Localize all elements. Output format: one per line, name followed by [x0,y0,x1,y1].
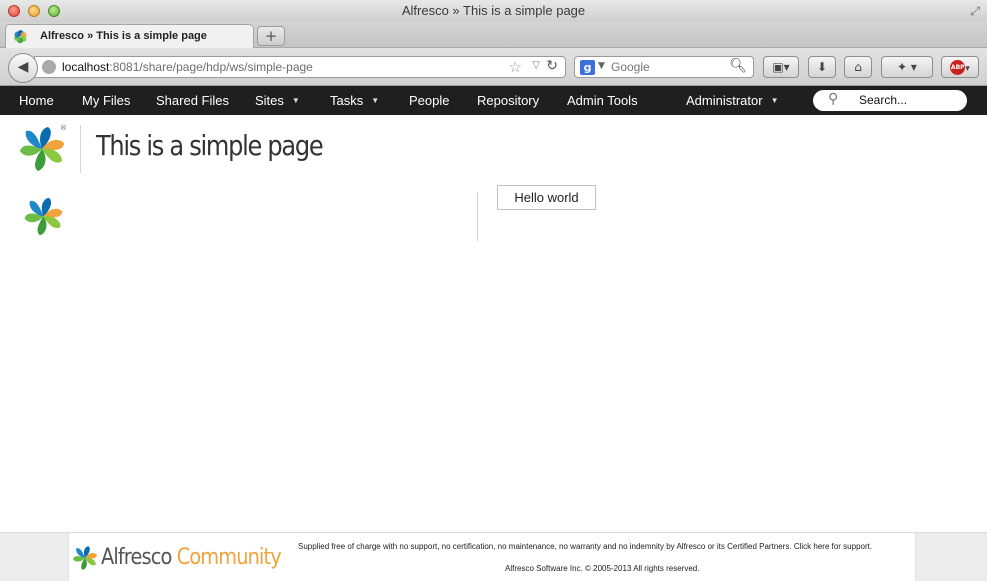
close-icon[interactable] [8,5,20,17]
page-title: This is a simple page [96,129,324,162]
header-divider [80,125,81,173]
fullscreen-icon[interactable]: ⤢ [970,4,980,19]
star-icon[interactable]: ☆ [509,58,522,76]
registered-mark: ® [60,124,67,132]
footer: Alfresco Community Supplied free of charg… [0,532,987,581]
window-title: Alfresco » This is a simple page [401,3,586,18]
footer-support-text[interactable]: Supplied free of charge with no support,… [298,542,872,551]
maximize-icon[interactable] [48,5,60,17]
browser-toolbar: localhost:8081/share/page/hdp/ws/simple-… [0,48,987,86]
hello-world-button[interactable]: Hello world [497,185,596,210]
app-header: Home My Files Shared Files Sites ▼ Tasks ▼… [0,86,987,115]
nav-my-files[interactable]: My Files [82,86,130,115]
reload-icon[interactable]: ↻ [546,58,558,74]
tab-bar: Alfresco » This is a simple page + [0,22,987,48]
footer-copyright: Alfresco Software Inc. © 2005-2013 All r… [505,564,700,573]
browser-search-placeholder: Google [611,60,650,74]
nav-repository[interactable]: Repository [477,86,539,115]
home-button[interactable]: ⌂ [844,56,872,78]
browser-search-field[interactable]: g ▼ Google 🔍︎ [574,56,754,78]
chevron-down-icon: ▼ [770,96,779,105]
url-bar[interactable]: localhost:8081/share/page/hdp/ws/simple-… [34,56,566,78]
globe-icon [42,60,56,74]
url-text: localhost:8081/share/page/hdp/ws/simple-… [62,60,313,74]
alfresco-logo-icon [24,197,63,236]
google-icon[interactable]: g [580,60,595,75]
window-titlebar: Alfresco » This is a simple page ⤢ [0,0,987,22]
adblock-icon: ABP [950,60,966,75]
nav-people[interactable]: People [409,86,449,115]
nav-admin-tools[interactable]: Admin Tools [567,86,638,115]
back-button[interactable]: ◀ [8,53,38,83]
addon-icon: ✦ ▾ [897,60,917,74]
nav-tasks[interactable]: Tasks ▼ [330,86,379,115]
footer-brand: Alfresco Community [101,545,282,570]
new-tab-button[interactable]: + [257,26,285,46]
search-icon: ⚲ [828,91,839,107]
chevron-down-icon[interactable]: ▽ [532,60,540,71]
download-button[interactable]: ⬇ [808,56,836,78]
nav-shared-files[interactable]: Shared Files [156,86,229,115]
download-icon: ⬇ [816,60,828,74]
alfresco-logo-icon [20,127,64,171]
magnifier-icon[interactable]: 🔍︎ [729,58,747,74]
nav-sites[interactable]: Sites ▼ [255,86,300,115]
chevron-down-icon[interactable]: ▼ [598,61,605,71]
chevron-down-icon: ▼ [371,96,380,105]
bookmarks-icon: ▣▾ [772,60,790,74]
adblock-button[interactable]: ABP▾ [941,56,979,78]
nav-home[interactable]: Home [19,86,54,115]
back-arrow-icon: ◀ [17,59,29,75]
bookmarks-button[interactable]: ▣▾ [763,56,799,78]
content-divider [477,192,478,241]
app-search-box[interactable]: ⚲ Search... [813,90,967,111]
minimize-icon[interactable] [28,5,40,17]
footer-panel: Alfresco Community Supplied free of charg… [68,533,916,581]
app-search-placeholder: Search... [859,93,908,107]
tab-label: Alfresco » This is a simple page [40,30,207,42]
alfresco-logo-icon [73,546,97,570]
tab-active[interactable]: Alfresco » This is a simple page [5,24,254,48]
chevron-down-icon: ▼ [291,96,300,105]
home-icon: ⌂ [854,60,862,74]
user-menu[interactable]: Administrator ▼ [686,86,779,115]
addon-button[interactable]: ✦ ▾ [881,56,933,78]
alfresco-logo-icon [14,30,27,44]
